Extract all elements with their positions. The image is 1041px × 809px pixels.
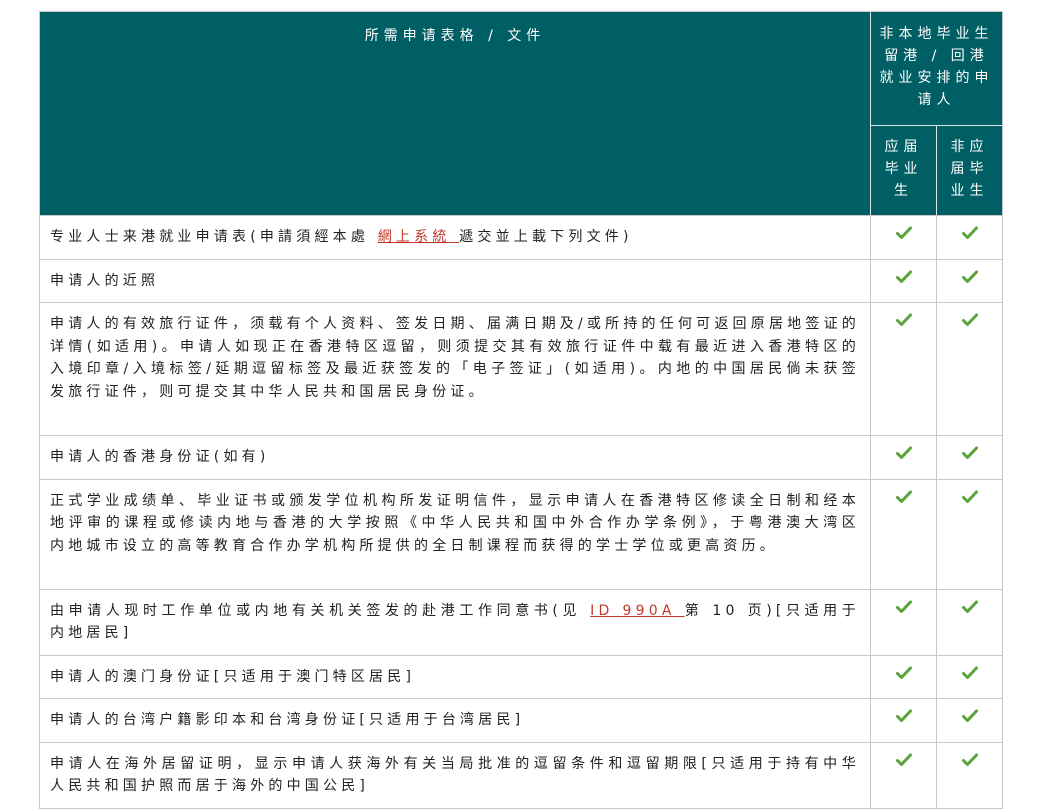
document-text: 正式学业成绩单、毕业证书或颁发学位机构所发证明信件，显示申请人在香港特区修读全日… bbox=[50, 492, 860, 554]
documents-header: 所需申请表格 / 文件 bbox=[39, 11, 871, 216]
document-text: 申请人的香港身份证(如有) bbox=[50, 449, 270, 465]
table-row: 正式学业成绩单、毕业证书或颁发学位机构所发证明信件，显示申请人在香港特区修读全日… bbox=[39, 478, 1003, 590]
check-icon bbox=[895, 313, 912, 326]
document-cell: 申请人的香港身份证(如有) bbox=[39, 435, 871, 480]
non-current-graduate-check bbox=[936, 478, 1003, 590]
non-current-graduate-header: 非应届毕业生 bbox=[936, 125, 1003, 216]
table-row: 申请人的有效旅行证件，须载有个人资料、签发日期、届满日期及/或所持的任何可返回原… bbox=[39, 302, 1003, 436]
document-cell: 由申请人现时工作单位或内地有关机关签发的赴港工作同意书(见 ID 990A 第 … bbox=[39, 588, 871, 656]
check-icon bbox=[895, 270, 912, 283]
document-cell: 申请人的近照 bbox=[39, 258, 871, 303]
check-icon bbox=[895, 226, 912, 239]
check-icon bbox=[961, 226, 978, 239]
current-graduate-check bbox=[870, 302, 937, 436]
table-row: 申请人的香港身份证(如有) bbox=[39, 435, 1003, 480]
non-current-graduate-check bbox=[936, 698, 1003, 743]
document-cell: 申请人的有效旅行证件，须载有个人资料、签发日期、届满日期及/或所持的任何可返回原… bbox=[39, 302, 871, 436]
current-graduate-check bbox=[870, 258, 937, 303]
non-current-graduate-check bbox=[936, 654, 1003, 699]
check-icon bbox=[895, 709, 912, 722]
document-cell: 申请人的台湾户籍影印本和台湾身份证[只适用于台湾居民] bbox=[39, 698, 871, 743]
check-icon bbox=[961, 709, 978, 722]
current-graduate-check bbox=[870, 654, 937, 699]
document-text: 申请人的澳门身份证[只适用于澳门特区居民] bbox=[50, 668, 416, 685]
graduate-group-header: 非本地毕业生留港 / 回港就业安排的申请人 bbox=[870, 11, 1003, 126]
non-current-graduate-check bbox=[936, 741, 1003, 809]
document-text: 由申请人现时工作单位或内地有关机关签发的赴港工作同意书(见 bbox=[50, 602, 591, 619]
current-graduate-header: 应届毕业生 bbox=[870, 125, 937, 216]
table-row: 申请人的澳门身份证[只适用于澳门特区居民] bbox=[39, 654, 1003, 699]
check-icon bbox=[961, 753, 978, 766]
check-icon bbox=[961, 446, 978, 459]
check-icon bbox=[895, 753, 912, 766]
non-current-graduate-check bbox=[936, 258, 1003, 303]
check-icon bbox=[895, 600, 912, 613]
table-row: 申请人的台湾户籍影印本和台湾身份证[只适用于台湾居民] bbox=[39, 698, 1003, 743]
current-graduate-check bbox=[870, 215, 937, 260]
document-text: 申请人的有效旅行证件，须载有个人资料、签发日期、届满日期及/或所持的任何可返回原… bbox=[50, 316, 860, 400]
document-cell: 申请人的澳门身份证[只适用于澳门特区居民] bbox=[39, 654, 871, 699]
non-current-graduate-check bbox=[936, 215, 1003, 260]
check-icon bbox=[961, 313, 978, 326]
document-cell: 申请人在海外居留证明，显示申请人获海外有关当局批准的逗留条件和逗留期限[只适用于… bbox=[39, 741, 871, 809]
table-row: 由申请人现时工作单位或内地有关机关签发的赴港工作同意书(见 ID 990A 第 … bbox=[39, 588, 1003, 656]
current-graduate-check bbox=[870, 588, 937, 656]
check-icon bbox=[895, 666, 912, 679]
document-cell: 正式学业成绩单、毕业证书或颁发学位机构所发证明信件，显示申请人在香港特区修读全日… bbox=[39, 478, 871, 590]
non-current-graduate-check bbox=[936, 302, 1003, 436]
non-current-graduate-check bbox=[936, 435, 1003, 480]
check-icon bbox=[961, 490, 978, 503]
current-graduate-check bbox=[870, 435, 937, 480]
document-text: 申请人在海外居留证明，显示申请人获海外有关当局批准的逗留条件和逗留期限[只适用于… bbox=[50, 755, 860, 795]
table-row: 申请人的近照 bbox=[39, 258, 1003, 303]
current-graduate-check bbox=[870, 741, 937, 809]
table-row: 申请人在海外居留证明，显示申请人获海外有关当局批准的逗留条件和逗留期限[只适用于… bbox=[39, 741, 1003, 809]
current-graduate-check bbox=[870, 698, 937, 743]
document-cell: 专业人士来港就业申请表(申請須經本處 網上系統 遞交並上載下列文件) bbox=[39, 215, 871, 260]
check-icon bbox=[961, 666, 978, 679]
requirements-table: 所需申请表格 / 文件 非本地毕业生留港 / 回港就业安排的申请人 应届毕业生 … bbox=[39, 11, 1003, 809]
document-text: 遞交並上載下列文件) bbox=[459, 229, 633, 245]
current-graduate-check bbox=[870, 478, 937, 590]
check-icon bbox=[895, 446, 912, 459]
document-text: 专业人士来港就业申请表(申請須經本處 bbox=[50, 229, 378, 245]
check-icon bbox=[961, 600, 978, 613]
non-current-graduate-check bbox=[936, 588, 1003, 656]
document-link[interactable]: ID 990A bbox=[590, 603, 685, 619]
check-icon bbox=[895, 490, 912, 503]
requirements-table-wrapper: 所需申请表格 / 文件 非本地毕业生留港 / 回港就业安排的申请人 应届毕业生 … bbox=[39, 11, 1003, 809]
check-icon bbox=[961, 270, 978, 283]
document-link[interactable]: 網上系統 bbox=[378, 229, 459, 245]
document-text: 申请人的近照 bbox=[50, 272, 160, 289]
document-text: 申请人的台湾户籍影印本和台湾身份证[只适用于台湾居民] bbox=[50, 712, 525, 728]
table-row: 专业人士来港就业申请表(申請須經本處 網上系統 遞交並上載下列文件) bbox=[39, 215, 1003, 260]
